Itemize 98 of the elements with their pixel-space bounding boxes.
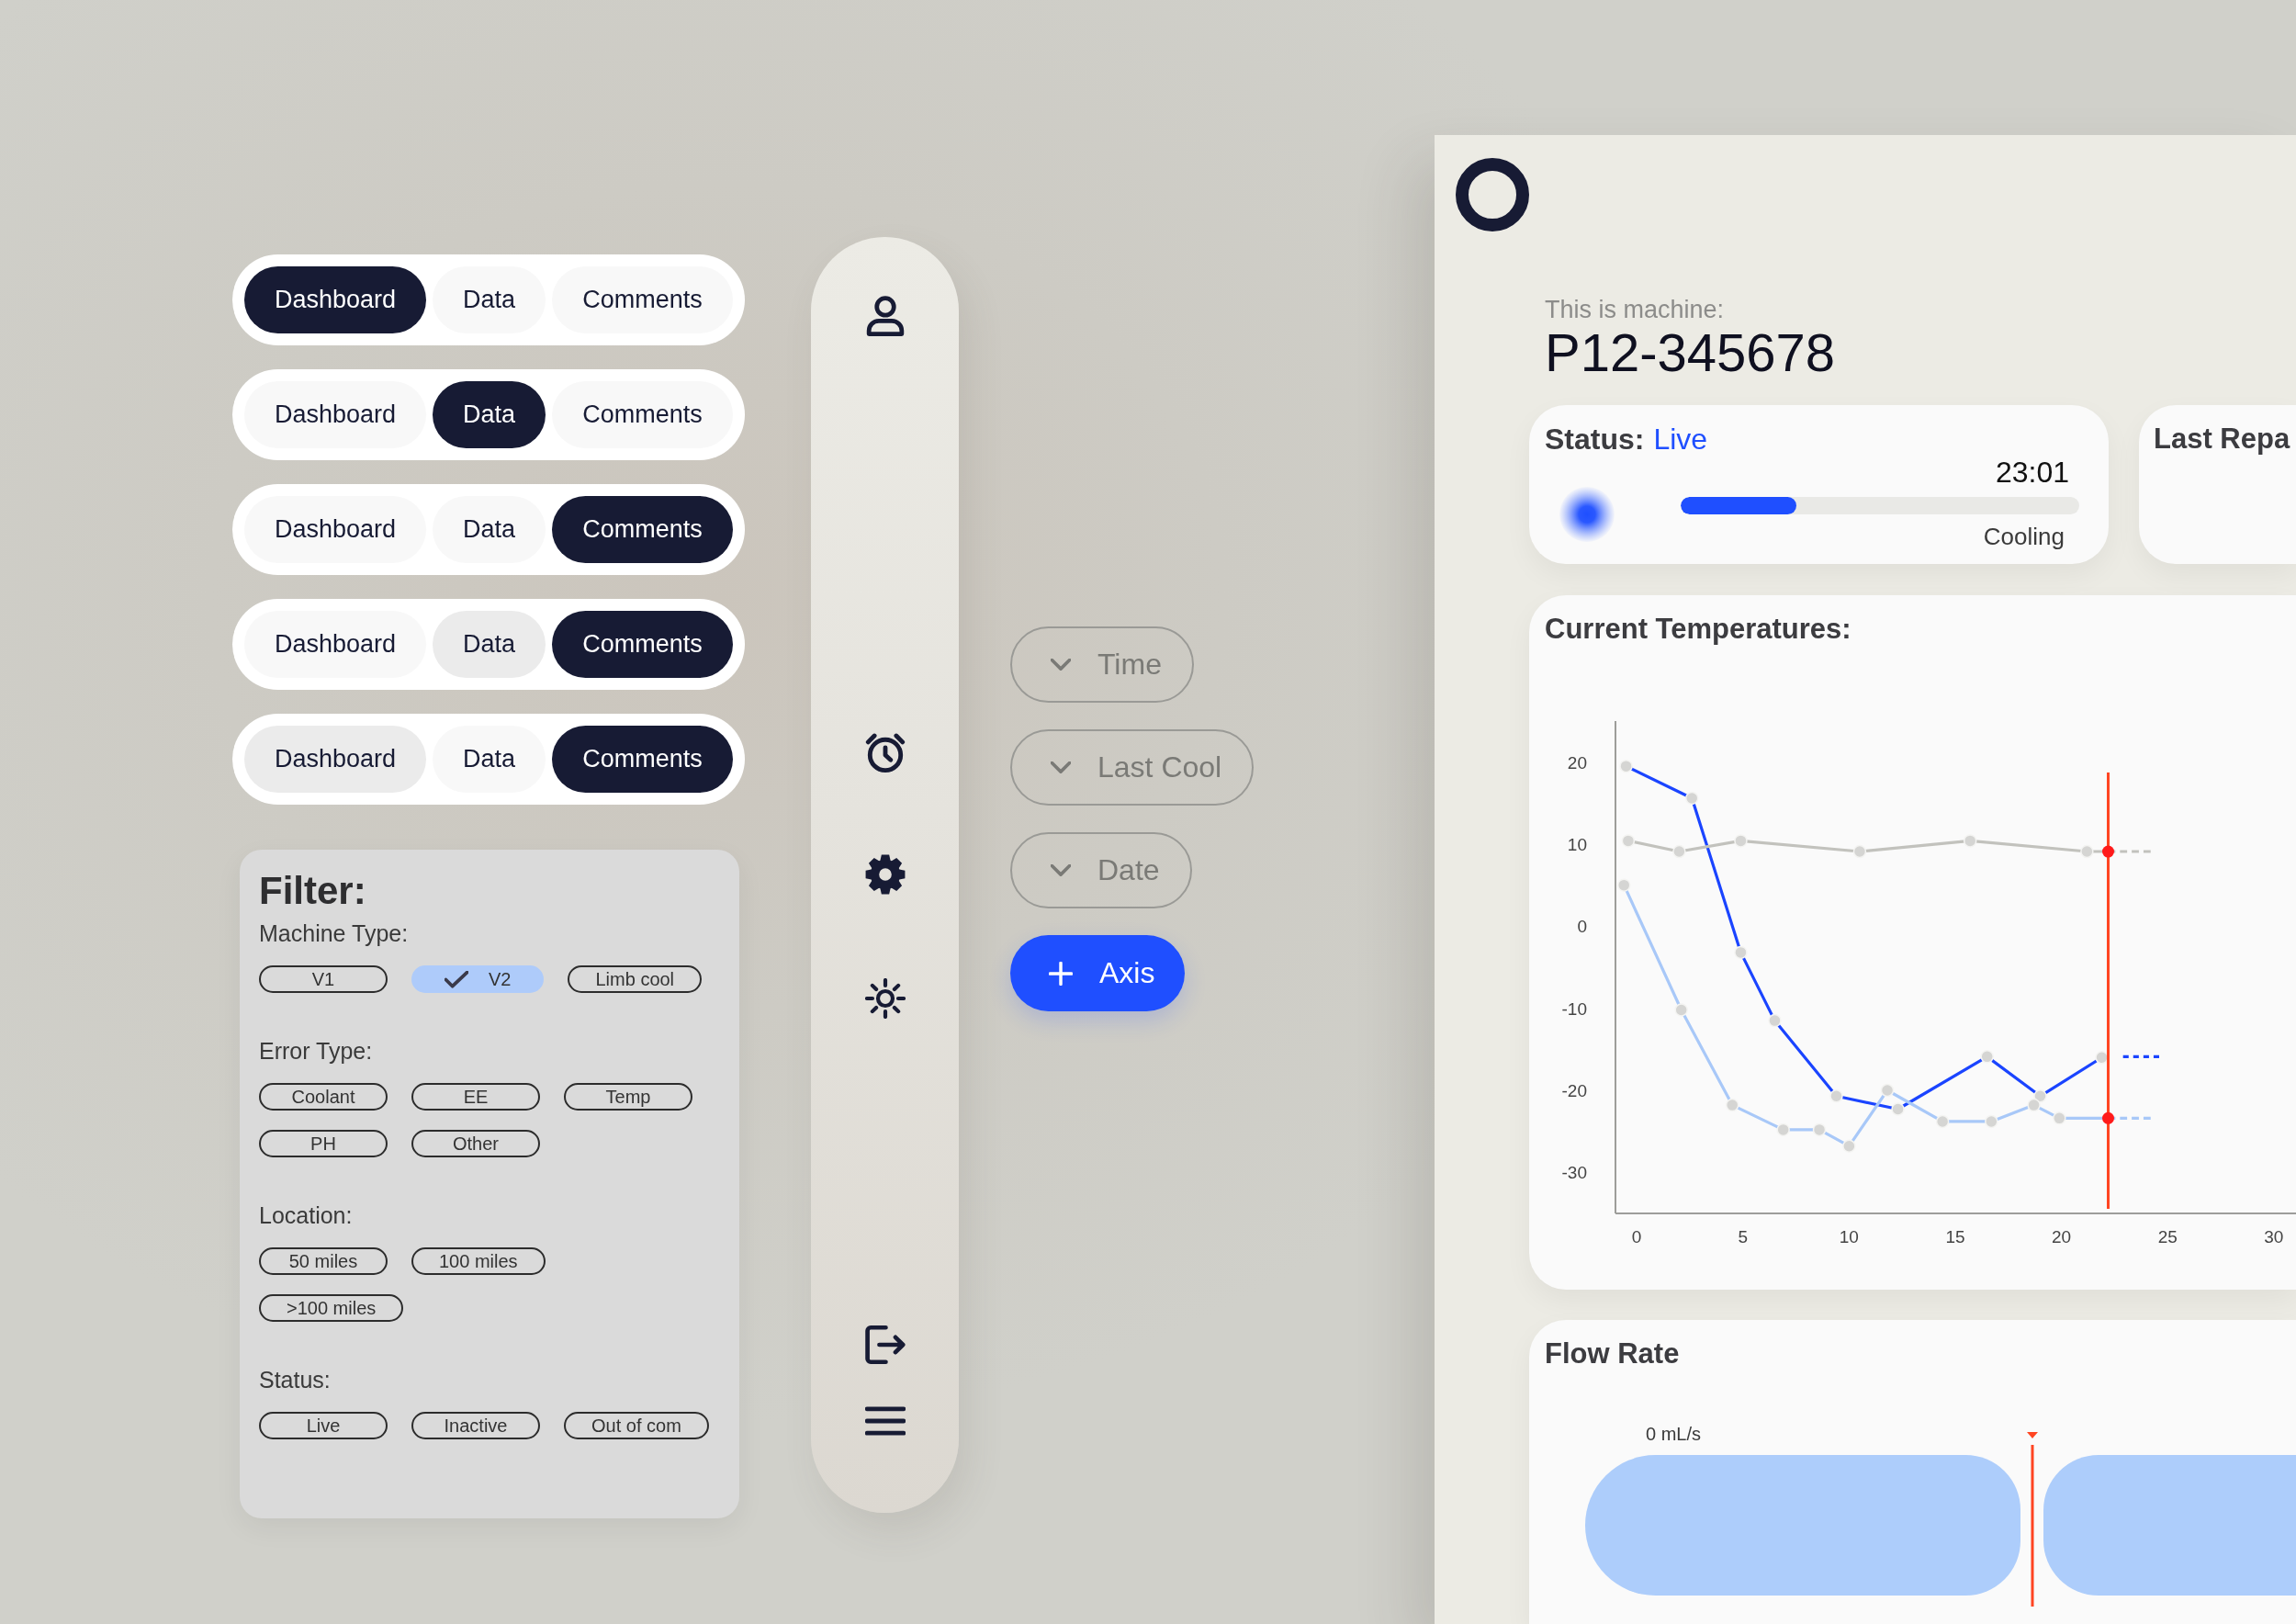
filter-chip[interactable]: Out of com [564, 1412, 709, 1439]
data-point [1842, 1139, 1856, 1153]
ring-logo-icon [1456, 158, 1529, 231]
tab[interactable]: Dashboard [244, 266, 427, 333]
menu-icon[interactable] [864, 1406, 906, 1436]
x-tick-label: 15 [1945, 1227, 1965, 1246]
data-point [2080, 844, 2094, 859]
tab[interactable]: Data [433, 611, 546, 678]
flow-reading: 0 mL/s [1646, 1423, 1702, 1445]
tab[interactable]: Data [433, 381, 546, 448]
tab[interactable]: Comments [552, 611, 733, 678]
filter-chip[interactable]: Temp [564, 1083, 692, 1111]
data-point [1674, 1003, 1688, 1017]
data-point [1768, 1013, 1782, 1028]
data-point [1725, 1098, 1739, 1112]
filter-group-label: Status: [259, 1366, 332, 1393]
data-point [1685, 791, 1699, 806]
filter-chip[interactable]: Live [259, 1412, 388, 1439]
filter-chip[interactable]: Coolant [259, 1083, 388, 1111]
chevron-down-icon [1051, 658, 1071, 671]
tab[interactable]: Comments [552, 726, 733, 793]
data-point [1852, 844, 1867, 859]
tab[interactable]: Data [433, 726, 546, 793]
y-tick-label: 10 [1567, 835, 1587, 854]
y-tick-label: -10 [1561, 998, 1587, 1019]
add-button[interactable]: Axis [1010, 935, 1186, 1011]
filter-chip[interactable]: V1 [259, 965, 388, 993]
machine-caption: This is machine: [1545, 296, 1725, 323]
filter-chip[interactable]: 50 miles [259, 1247, 388, 1275]
x-tick-label: 25 [2157, 1227, 2178, 1246]
current-point [2102, 845, 2114, 858]
data-point [1880, 1083, 1895, 1098]
y-tick-label: 0 [1577, 917, 1587, 937]
data-point [1734, 834, 1748, 848]
y-tick-label: 20 [1567, 752, 1587, 773]
data-point [2027, 1098, 2041, 1112]
tab[interactable]: Dashboard [244, 381, 427, 448]
x-tick-label: 10 [1839, 1227, 1859, 1246]
data-point [2053, 1111, 2066, 1125]
filter-chip[interactable]: EE [411, 1083, 540, 1111]
chevron-down-icon [1051, 863, 1071, 877]
data-point [1734, 945, 1748, 960]
y-tick-label: -30 [1561, 1163, 1587, 1183]
filter-group-label: Machine Type: [259, 919, 410, 947]
filter-chip[interactable]: 100 miles [411, 1247, 546, 1275]
tab[interactable]: Dashboard [244, 726, 427, 793]
filter-title: Filter: [259, 868, 367, 914]
data-point [1935, 1114, 1950, 1129]
machine-id: P12-345678 [1545, 323, 1836, 382]
x-tick-label: 0 [1631, 1227, 1642, 1246]
tab[interactable]: Data [433, 496, 546, 563]
settings-icon[interactable] [864, 854, 906, 895]
alarm-clock-icon[interactable] [864, 733, 906, 773]
filter-chip[interactable]: PH [259, 1130, 388, 1157]
timer-text: 23:01 [1995, 457, 2069, 488]
chart-line [2122, 1054, 2159, 1058]
data-point [1980, 1050, 1994, 1064]
status-label: Status: [1545, 422, 1645, 457]
logout-icon[interactable] [864, 1325, 906, 1365]
x-tick-label: 5 [1738, 1227, 1749, 1246]
filter-group-label: Location: [259, 1201, 354, 1229]
tab[interactable]: Dashboard [244, 611, 427, 678]
current-point [2102, 1111, 2114, 1124]
filter-chip[interactable]: Inactive [411, 1412, 540, 1439]
filter-chip[interactable]: Limb cool [568, 965, 703, 993]
chevron-down-icon [1051, 761, 1071, 774]
glowing-dot-icon [1559, 487, 1615, 542]
tab[interactable]: Comments [552, 381, 733, 448]
card-title: Current Temperatures: [1545, 612, 1851, 647]
x-tick-label: 20 [2052, 1227, 2072, 1246]
tab[interactable]: Comments [552, 266, 733, 333]
status-value: Live [1653, 422, 1708, 457]
data-point [1829, 1089, 1843, 1103]
filter-group-label: Error Type: [259, 1037, 374, 1065]
filter-chip[interactable]: Other [411, 1130, 540, 1157]
data-point [1617, 878, 1631, 892]
plus-icon [1049, 961, 1073, 986]
data-point [1776, 1122, 1790, 1137]
data-point [1672, 844, 1686, 859]
check-icon [445, 970, 468, 988]
tab[interactable]: Comments [552, 496, 733, 563]
y-tick-label: -20 [1561, 1081, 1587, 1100]
data-point [1619, 759, 1633, 773]
tab[interactable]: Data [433, 266, 546, 333]
filter-chip[interactable]: >100 miles [259, 1294, 404, 1322]
data-point [1891, 1102, 1905, 1116]
user-icon[interactable] [864, 296, 906, 336]
data-point [1621, 834, 1636, 848]
phase-text: Cooling [1983, 523, 2065, 550]
card-title: Last Repa [2154, 422, 2291, 457]
card-title: Flow Rate [1545, 1336, 1680, 1371]
data-point [1812, 1122, 1827, 1137]
x-tick-label: 30 [2264, 1227, 2284, 1246]
filter-chip[interactable]: V2 [411, 965, 545, 993]
sun-icon[interactable] [864, 978, 906, 1019]
data-point [1985, 1114, 1998, 1129]
data-point [1963, 834, 1977, 848]
tab[interactable]: Dashboard [244, 496, 427, 563]
